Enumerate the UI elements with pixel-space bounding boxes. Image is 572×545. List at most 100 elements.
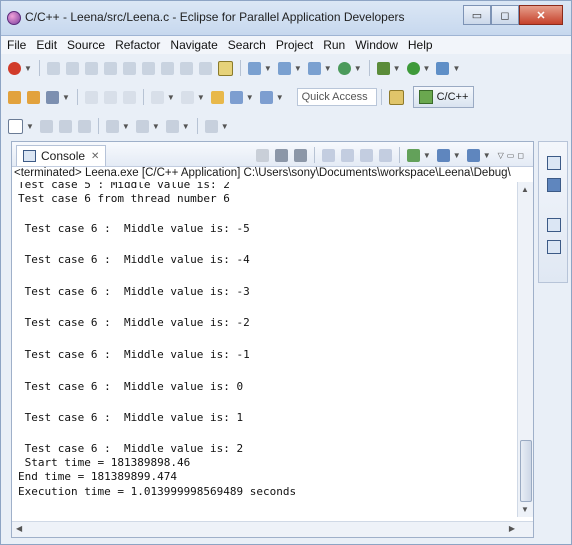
external-tools-icon[interactable] xyxy=(436,61,450,75)
clear-console-icon[interactable] xyxy=(321,148,335,162)
dropdown-arrow-icon[interactable]: ▼ xyxy=(182,122,190,131)
dropdown-arrow-icon[interactable]: ▼ xyxy=(152,122,160,131)
close-button[interactable]: ✕ xyxy=(519,5,563,25)
dropdown-arrow-icon[interactable]: ▼ xyxy=(452,64,460,73)
scroll-down-icon[interactable]: ▼ xyxy=(521,505,529,514)
dropdown-arrow-icon[interactable]: ▼ xyxy=(197,93,205,102)
word-wrap-icon[interactable] xyxy=(359,148,373,162)
pin-console-icon[interactable] xyxy=(406,148,420,162)
dropdown-arrow-icon[interactable]: ▼ xyxy=(264,64,272,73)
dropdown-arrow-icon[interactable]: ▼ xyxy=(423,151,431,160)
previous-annotation-icon[interactable] xyxy=(180,90,194,104)
open-type-icon[interactable] xyxy=(8,90,21,104)
dropdown-arrow-icon[interactable]: ▼ xyxy=(276,93,284,102)
print-icon[interactable] xyxy=(77,119,91,133)
scroll-lock-icon[interactable] xyxy=(340,148,354,162)
new-class-icon[interactable] xyxy=(247,61,261,75)
close-tab-icon[interactable]: ✕ xyxy=(91,151,99,162)
console-output[interactable]: Test case 5 : Middle value is: 2 Test ca… xyxy=(12,182,517,517)
dropdown-arrow-icon[interactable]: ▼ xyxy=(62,93,70,102)
menu-source[interactable]: Source xyxy=(67,38,105,52)
build-icon[interactable] xyxy=(105,119,119,133)
binary-icon[interactable] xyxy=(165,119,179,133)
block-selection-icon[interactable] xyxy=(122,90,136,104)
dropdown-arrow-icon[interactable]: ▼ xyxy=(221,122,229,131)
console-vertical-scrollbar[interactable]: ▲ ▼ xyxy=(517,182,533,517)
dropdown-arrow-icon[interactable]: ▼ xyxy=(423,64,431,73)
step-over-icon[interactable] xyxy=(160,61,174,75)
last-edit-icon[interactable] xyxy=(210,90,224,104)
menu-search[interactable]: Search xyxy=(228,38,266,52)
new-icon[interactable] xyxy=(8,118,23,134)
view-menu-icon[interactable]: ▽ xyxy=(498,151,504,160)
menu-refactor[interactable]: Refactor xyxy=(115,38,160,52)
highlight-icon[interactable] xyxy=(217,60,233,76)
dropdown-arrow-icon[interactable]: ▼ xyxy=(393,64,401,73)
scroll-up-icon[interactable]: ▲ xyxy=(521,185,529,194)
step-icon[interactable] xyxy=(46,61,60,75)
maximize-button[interactable]: ◻ xyxy=(491,5,519,25)
step-return-icon[interactable] xyxy=(179,61,193,75)
display-console-icon[interactable] xyxy=(436,148,450,162)
dropdown-arrow-icon[interactable]: ▼ xyxy=(246,93,254,102)
menu-window[interactable]: Window xyxy=(355,38,398,52)
dropdown-arrow-icon[interactable]: ▼ xyxy=(354,64,362,73)
dropdown-arrow-icon[interactable]: ▼ xyxy=(122,122,130,131)
dropdown-arrow-icon[interactable]: ▼ xyxy=(453,151,461,160)
dropdown-arrow-icon[interactable]: ▼ xyxy=(324,64,332,73)
remove-launch-icon[interactable] xyxy=(274,148,288,162)
minimize-button[interactable]: ▭ xyxy=(463,5,491,25)
terminate-icon[interactable] xyxy=(103,61,117,75)
run-icon[interactable] xyxy=(406,61,420,75)
scroll-left-icon[interactable]: ◀ xyxy=(16,524,22,533)
console-tab[interactable]: Console ✕ xyxy=(16,145,107,166)
menu-project[interactable]: Project xyxy=(276,38,313,52)
menu-edit[interactable]: Edit xyxy=(36,38,57,52)
restore-view-icon[interactable] xyxy=(547,218,561,232)
edit-icon[interactable] xyxy=(84,90,98,104)
minimize-view-icon[interactable]: ▭ xyxy=(507,151,515,160)
terminate-console-icon[interactable] xyxy=(255,148,269,162)
perspective-cpp-button[interactable]: C/C++ xyxy=(412,86,475,108)
open-perspective-icon[interactable] xyxy=(27,90,40,104)
open-console-icon[interactable] xyxy=(466,148,480,162)
console-horizontal-scrollbar[interactable]: ◀ ▶ xyxy=(12,521,533,537)
menu-navigate[interactable]: Navigate xyxy=(170,38,217,52)
forward-icon[interactable] xyxy=(259,90,273,104)
dropdown-arrow-icon[interactable]: ▼ xyxy=(483,151,491,160)
maximize-view-icon[interactable]: ◻ xyxy=(517,151,524,160)
scroll-right-icon[interactable]: ▶ xyxy=(509,524,515,533)
link-icon[interactable] xyxy=(204,119,218,133)
wrench-icon[interactable] xyxy=(135,119,149,133)
dropdown-arrow-icon[interactable]: ▼ xyxy=(24,64,32,73)
console-trim-icon[interactable] xyxy=(547,178,561,192)
toggle-breakpoint-icon[interactable] xyxy=(198,61,212,75)
menu-help[interactable]: Help xyxy=(408,38,433,52)
scrollbar-thumb[interactable] xyxy=(520,440,532,502)
resume-icon[interactable] xyxy=(65,61,79,75)
show-whitespace-icon[interactable] xyxy=(103,90,117,104)
open-perspective-button-icon[interactable] xyxy=(388,89,404,105)
suspend-icon[interactable] xyxy=(84,61,98,75)
debug-icon[interactable] xyxy=(376,61,390,75)
dropdown-arrow-icon[interactable]: ▼ xyxy=(26,122,34,131)
save-icon[interactable] xyxy=(39,119,53,133)
outline-trim-icon[interactable] xyxy=(547,240,561,254)
dropdown-arrow-icon[interactable]: ▼ xyxy=(294,64,302,73)
quick-access-field[interactable]: Quick Access xyxy=(296,88,377,106)
back-icon[interactable] xyxy=(229,90,243,104)
dropdown-arrow-icon[interactable]: ▼ xyxy=(167,93,175,102)
remove-all-launches-icon[interactable] xyxy=(293,148,307,162)
show-when-output-icon[interactable] xyxy=(378,148,392,162)
menu-run[interactable]: Run xyxy=(323,38,345,52)
power-icon[interactable] xyxy=(8,61,21,75)
new-folder-icon[interactable] xyxy=(277,61,291,75)
pencil-icon[interactable] xyxy=(46,90,59,104)
search-web-icon[interactable] xyxy=(337,61,351,75)
menu-file[interactable]: File xyxy=(7,38,26,52)
restore-view-icon[interactable] xyxy=(547,156,561,170)
new-file-icon[interactable] xyxy=(307,61,321,75)
next-annotation-icon[interactable] xyxy=(150,90,164,104)
disconnect-icon[interactable] xyxy=(122,61,136,75)
step-into-icon[interactable] xyxy=(141,61,155,75)
